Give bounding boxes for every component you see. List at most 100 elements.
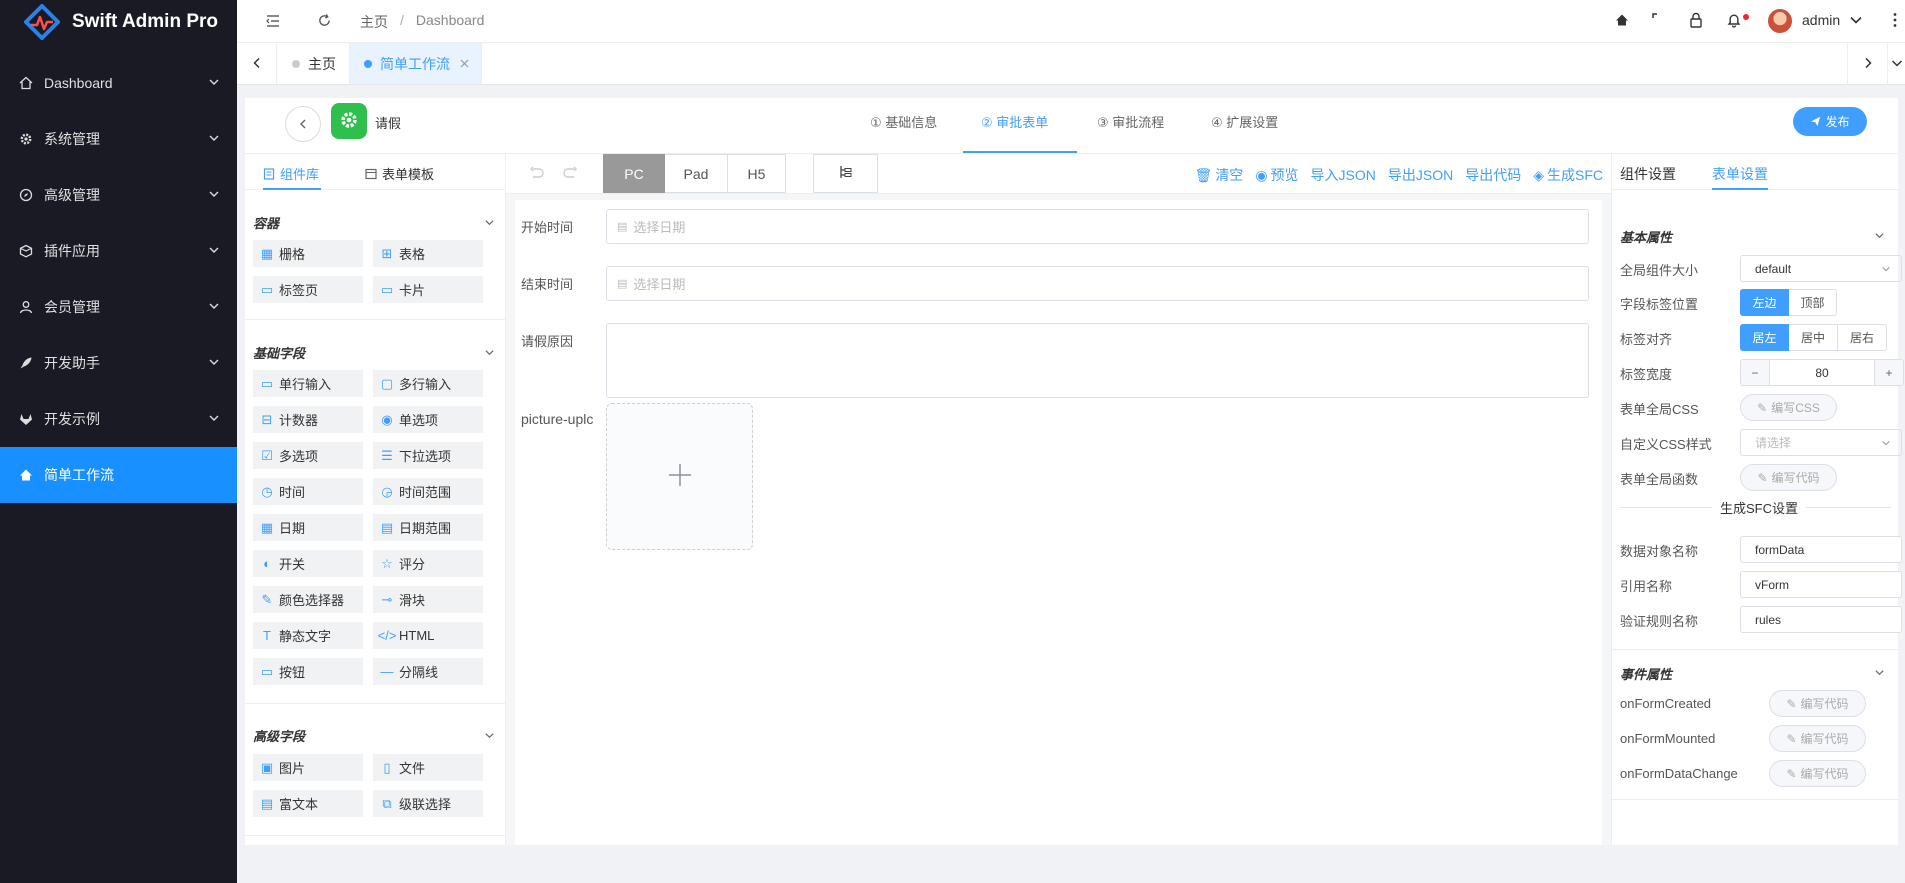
back-button[interactable] (285, 106, 321, 142)
tabs-menu-button[interactable] (1887, 43, 1905, 85)
export-code-button[interactable]: 导出代码 (1465, 165, 1521, 185)
bell-icon[interactable] (1726, 12, 1742, 28)
device-pad[interactable]: Pad (665, 154, 728, 193)
sidebar-item-dev-examples[interactable]: 开发示例 (0, 391, 237, 447)
component-tabs[interactable]: ▭ 标签页 (253, 276, 363, 303)
component-radio[interactable]: ◉ 单选项 (373, 406, 483, 433)
label-position-left[interactable]: 左边 (1740, 289, 1789, 316)
size-select[interactable]: default (1740, 255, 1902, 282)
sidebar-item-members[interactable]: 会员管理 (0, 279, 237, 335)
home-icon[interactable] (1615, 13, 1629, 27)
component-table[interactable]: ⊞ 表格 (373, 240, 483, 267)
tab-workflow[interactable]: 简单工作流 (350, 43, 482, 84)
component-slider[interactable]: ⊸ 滑块 (373, 586, 483, 613)
component-textarea[interactable]: ▢ 多行输入 (373, 370, 483, 397)
step-extend-settings[interactable]: ④ 扩展设置 (1211, 112, 1278, 131)
avatar[interactable] (1768, 9, 1792, 33)
component-picture[interactable]: ▣ 图片 (253, 754, 363, 781)
component-rate[interactable]: ☆ 评分 (373, 550, 483, 577)
chevron-down-icon[interactable] (484, 215, 495, 231)
component-file[interactable]: ▯ 文件 (373, 754, 483, 781)
step-approval-flow[interactable]: ③ 审批流程 (1097, 112, 1164, 131)
picture-upload[interactable] (606, 403, 753, 550)
rules-name-input[interactable]: rules (1740, 606, 1902, 633)
generate-sfc-button[interactable]: ◈ 生成SFC (1533, 165, 1603, 185)
chevron-down-icon[interactable] (1874, 228, 1885, 244)
chevron-down-icon[interactable] (1874, 665, 1885, 681)
label-align-left[interactable]: 居左 (1740, 324, 1789, 351)
component-date-range[interactable]: ▤ 日期范围 (373, 514, 483, 541)
step-basic-info[interactable]: ① 基础信息 (870, 112, 937, 131)
component-grid[interactable]: ▦ 栅格 (253, 240, 363, 267)
data-object-input[interactable]: formData (1740, 536, 1902, 563)
edit-on-form-mounted-button[interactable]: ✎ 编写代码 (1769, 725, 1866, 752)
tab-form-templates[interactable]: 表单模板 (365, 164, 434, 183)
reason-textarea[interactable] (606, 323, 1589, 398)
component-divider[interactable]: — 分隔线 (373, 658, 483, 685)
step-approval-form[interactable]: ② 审批表单 (981, 112, 1048, 131)
sidebar-item-dashboard[interactable]: Dashboard (0, 55, 237, 111)
sidebar-item-dev-assistant[interactable]: 开发助手 (0, 335, 237, 391)
end-date-picker[interactable]: ▤ 选择日期 (606, 266, 1589, 301)
logo[interactable]: Swift Admin Pro (0, 0, 237, 44)
component-cascader[interactable]: ⧉ 级联选择 (373, 790, 483, 817)
component-checkbox[interactable]: ☑ 多选项 (253, 442, 363, 469)
component-color-picker[interactable]: ✎ 颜色选择器 (253, 586, 363, 613)
import-json-button[interactable]: 导入JSON (1311, 165, 1376, 185)
sidebar-item-plugins[interactable]: 插件应用 (0, 223, 237, 279)
tab-home[interactable]: 主页 (277, 43, 350, 84)
component-input[interactable]: ▭ 单行输入 (253, 370, 363, 397)
tabs-scroll-right[interactable] (1847, 43, 1887, 85)
label-position-top[interactable]: 顶部 (1789, 289, 1837, 316)
undo-icon[interactable] (528, 166, 544, 183)
component-switch[interactable]: ◐ 开关 (253, 550, 363, 577)
fullscreen-icon[interactable] (1652, 13, 1666, 27)
tab-form-settings[interactable]: 表单设置 (1712, 164, 1768, 184)
tab-component-settings[interactable]: 组件设置 (1620, 164, 1676, 184)
device-pc[interactable]: PC (603, 154, 665, 193)
sidebar-item-advanced[interactable]: 高级管理 (0, 167, 237, 223)
lock-icon[interactable] (1689, 12, 1703, 28)
node-tree-button[interactable] (813, 154, 878, 193)
component-rich-text[interactable]: ▤ 富文本 (253, 790, 363, 817)
publish-button[interactable]: 发布 (1793, 107, 1867, 136)
sidebar-item-workflow[interactable]: 简单工作流 (0, 447, 237, 503)
edit-css-button[interactable]: ✎ 编写CSS (1740, 394, 1837, 421)
component-number[interactable]: ⊟ 计数器 (253, 406, 363, 433)
tabs-scroll-left[interactable] (237, 43, 277, 84)
sidebar-item-system[interactable]: 系统管理 (0, 111, 237, 167)
breadcrumb-home[interactable]: 主页 (360, 12, 388, 32)
redo-icon[interactable] (563, 166, 579, 183)
label-align-center[interactable]: 居中 (1789, 324, 1838, 351)
edit-on-form-created-button[interactable]: ✎ 编写代码 (1769, 690, 1866, 717)
close-icon[interactable] (460, 59, 469, 68)
user-name[interactable]: admin (1802, 12, 1840, 28)
custom-css-select[interactable]: 请选择 (1740, 429, 1902, 456)
component-select[interactable]: ☰ 下拉选项 (373, 442, 483, 469)
export-json-button[interactable]: 导出JSON (1388, 165, 1453, 185)
edit-on-form-data-change-button[interactable]: ✎ 编写代码 (1769, 760, 1866, 787)
component-html[interactable]: </> HTML (373, 622, 483, 649)
component-button[interactable]: ▭ 按钮 (253, 658, 363, 685)
more-vertical-icon[interactable] (1893, 12, 1897, 31)
chevron-down-icon[interactable] (484, 345, 495, 361)
device-h5[interactable]: H5 (728, 154, 786, 193)
component-time-range[interactable]: ◶ 时间范围 (373, 478, 483, 505)
decrease-button[interactable]: − (1740, 359, 1770, 386)
label-align-right[interactable]: 居右 (1838, 324, 1887, 351)
menu-fold-icon[interactable] (265, 13, 281, 29)
tab-component-library[interactable]: 组件库 (263, 164, 319, 183)
edit-functions-button[interactable]: ✎ 编写代码 (1740, 464, 1837, 491)
start-date-picker[interactable]: ▤ 选择日期 (606, 209, 1589, 244)
component-time[interactable]: ◷ 时间 (253, 478, 363, 505)
component-date[interactable]: ▦ 日期 (253, 514, 363, 541)
chevron-down-icon[interactable] (1849, 13, 1863, 30)
refresh-icon[interactable] (317, 13, 332, 28)
increase-button[interactable]: + (1874, 359, 1904, 386)
component-card[interactable]: ▭ 卡片 (373, 276, 483, 303)
chevron-down-icon[interactable] (484, 728, 495, 744)
component-static-text[interactable]: T 静态文字 (253, 622, 363, 649)
ref-name-input[interactable]: vForm (1740, 571, 1902, 598)
label-width-input[interactable]: 80 (1770, 359, 1874, 386)
clear-button[interactable]: 🗑 清空 (1195, 165, 1244, 185)
